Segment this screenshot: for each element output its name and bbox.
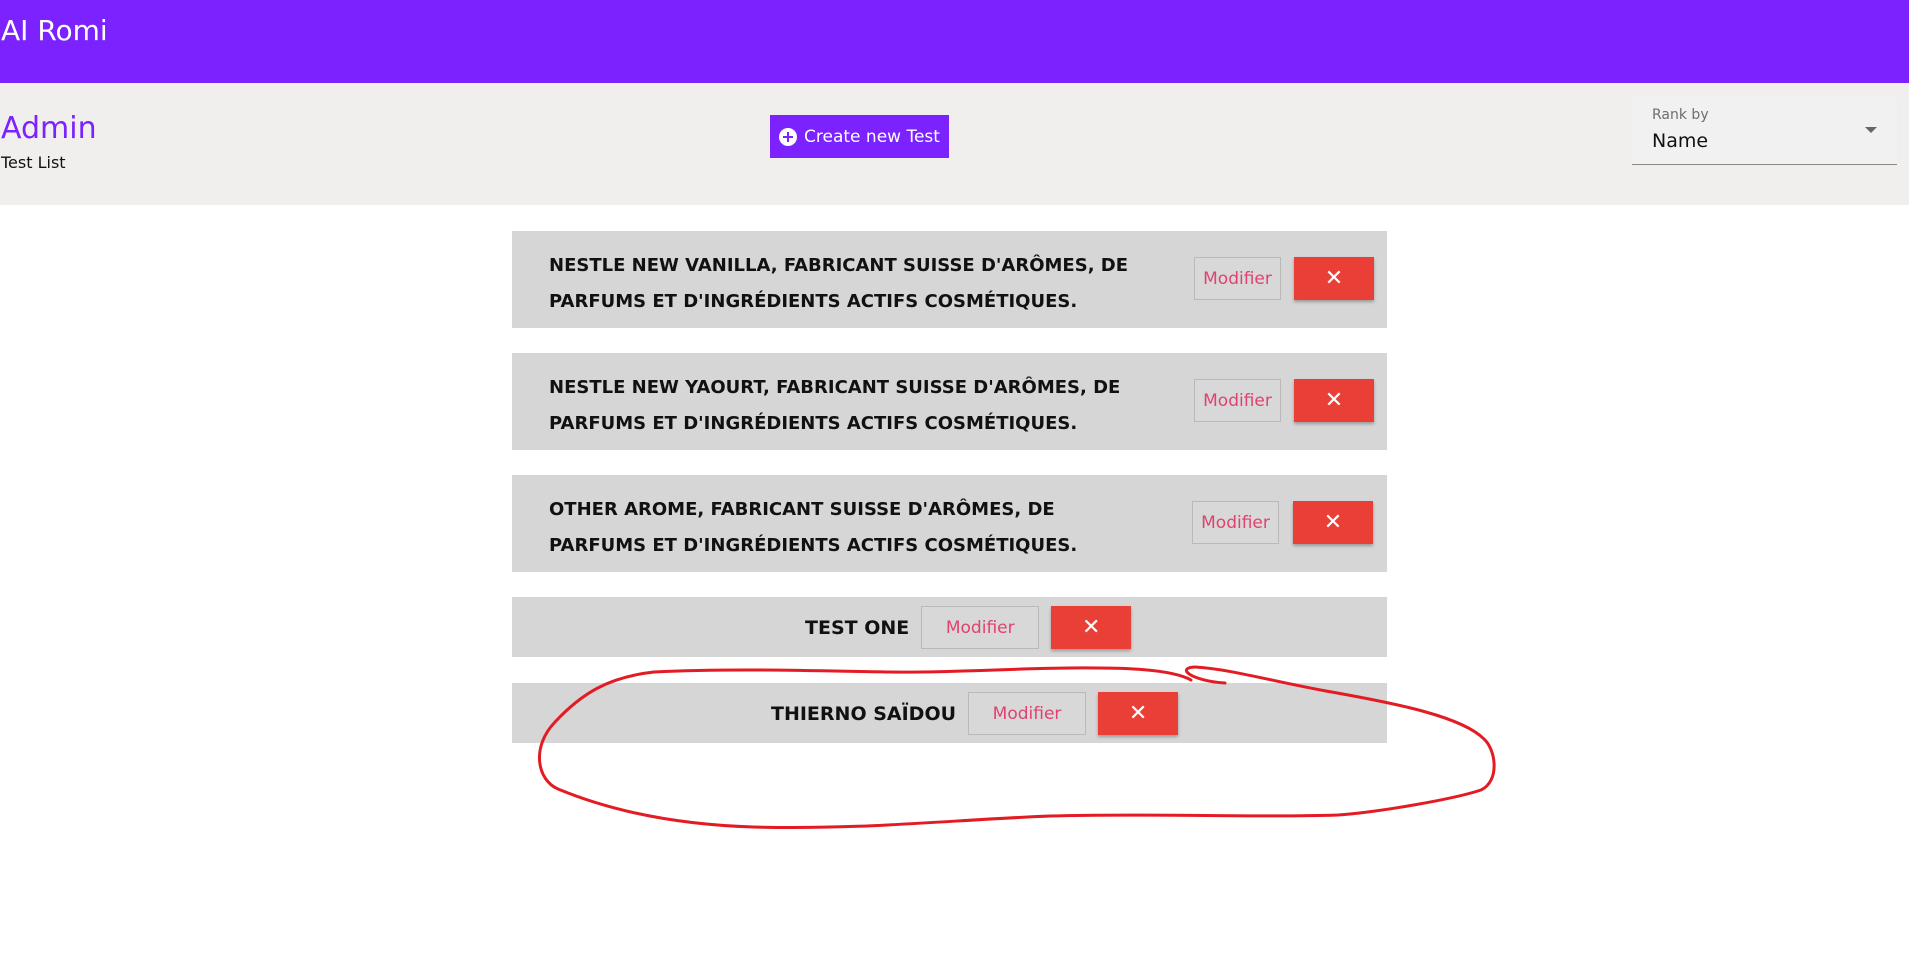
- test-card: OTHER AROME, FABRICANT SUISSE D'ARÔMES, …: [512, 475, 1387, 572]
- delete-button[interactable]: ✕: [1098, 692, 1179, 735]
- test-title: NESTLE NEW YAOURT, FABRICANT SUISSE D'AR…: [549, 377, 1121, 434]
- rank-by-label: Rank by: [1652, 107, 1709, 123]
- test-title: TEST ONE: [805, 616, 910, 639]
- modifier-button[interactable]: Modifier: [1192, 501, 1279, 544]
- top-app-bar: AI Romi: [0, 0, 1909, 83]
- modifier-label: Modifier: [1203, 390, 1272, 411]
- delete-button[interactable]: ✕: [1051, 606, 1132, 649]
- chevron-down-icon: [1865, 127, 1877, 133]
- delete-button[interactable]: ✕: [1294, 379, 1374, 422]
- close-icon: ✕: [1324, 387, 1344, 413]
- close-icon: ✕: [1082, 614, 1101, 640]
- modifier-button[interactable]: Modifier: [1194, 257, 1281, 300]
- page-subtitle: Test List: [1, 153, 66, 172]
- test-row: TEST ONE Modifier ✕: [512, 606, 1387, 649]
- test-row: THIERNO SAÏDOU Modifier ✕: [512, 692, 1387, 735]
- test-row-content: THIERNO SAÏDOU Modifier ✕: [771, 692, 1179, 735]
- app-title: AI Romi: [1, 14, 108, 47]
- test-row-content: TEST ONE Modifier ✕: [805, 606, 1132, 649]
- test-card: NESTLE NEW VANILLA, FABRICANT SUISSE D'A…: [512, 231, 1387, 328]
- test-title: NESTLE NEW VANILLA, FABRICANT SUISSE D'A…: [549, 255, 1129, 312]
- test-card: NESTLE NEW YAOURT, FABRICANT SUISSE D'AR…: [512, 353, 1387, 450]
- rank-by-value: Name: [1652, 130, 1709, 152]
- close-icon: ✕: [1128, 700, 1148, 726]
- modifier-button[interactable]: Modifier: [1194, 379, 1281, 422]
- close-icon: ✕: [1323, 509, 1343, 535]
- modifier-button[interactable]: Modifier: [921, 606, 1040, 649]
- modifier-label: Modifier: [1201, 512, 1270, 533]
- create-new-test-label: Create new Test: [804, 126, 940, 147]
- rank-by-select[interactable]: Rank by Name: [1632, 97, 1897, 165]
- close-icon: ✕: [1324, 265, 1344, 291]
- page-title: Admin: [1, 111, 97, 146]
- admin-subheader: Admin Test List Create new Test Rank by …: [0, 83, 1909, 205]
- create-new-test-button[interactable]: Create new Test: [770, 115, 949, 158]
- test-title: OTHER AROME, FABRICANT SUISSE D'ARÔMES, …: [549, 499, 1078, 556]
- modifier-button[interactable]: Modifier: [968, 692, 1087, 735]
- modifier-label: Modifier: [992, 703, 1062, 724]
- test-card: TEST ONE Modifier ✕: [512, 597, 1387, 657]
- delete-button[interactable]: ✕: [1293, 501, 1373, 544]
- test-title: THIERNO SAÏDOU: [771, 702, 957, 725]
- delete-button[interactable]: ✕: [1294, 257, 1374, 300]
- test-card: THIERNO SAÏDOU Modifier ✕: [512, 683, 1387, 743]
- modifier-label: Modifier: [945, 617, 1015, 638]
- plus-circle-icon: [779, 127, 798, 146]
- modifier-label: Modifier: [1203, 268, 1272, 289]
